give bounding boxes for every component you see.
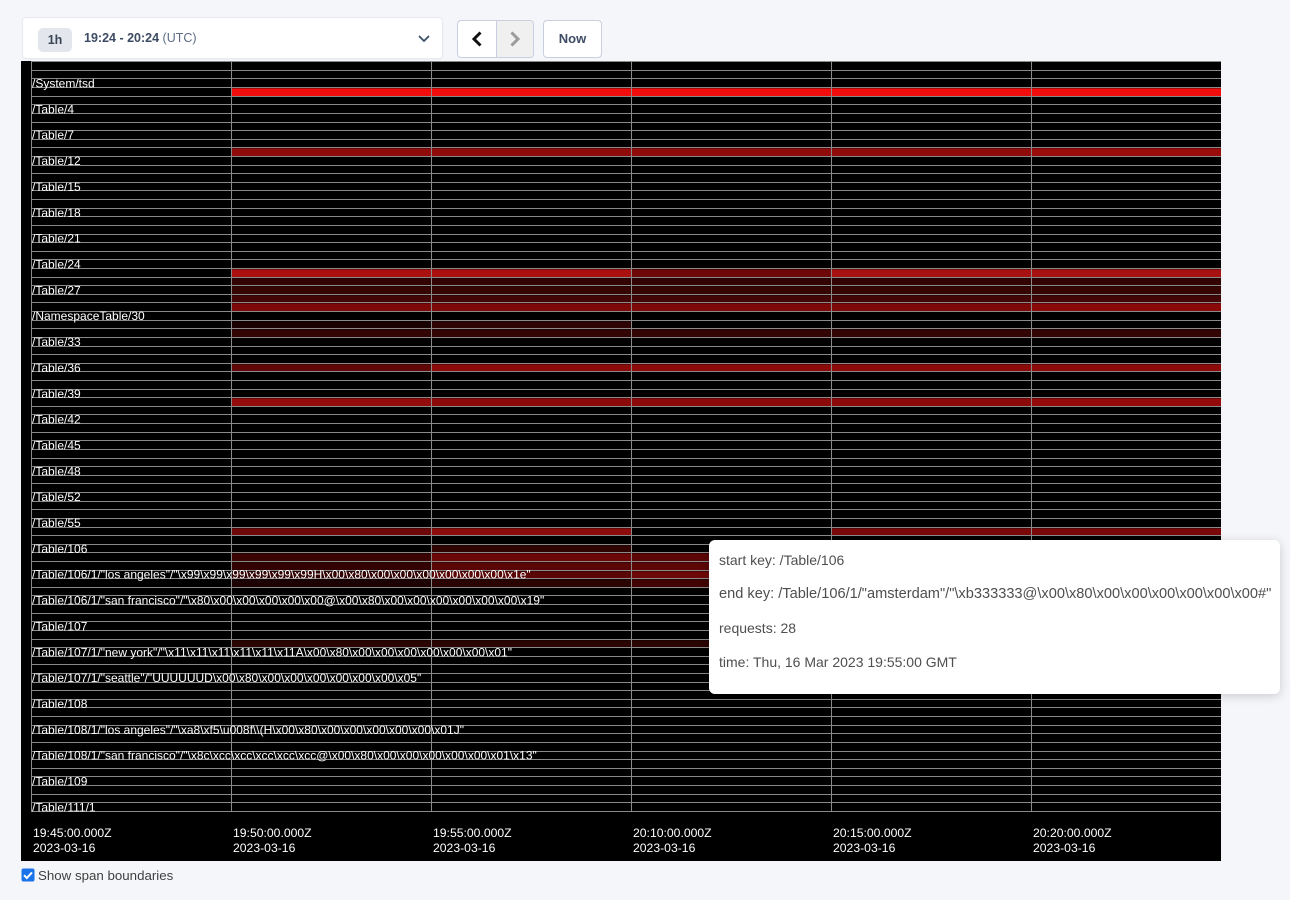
svg-text:/Table/12: /Table/12: [32, 154, 81, 168]
svg-text:/Table/108: /Table/108: [32, 697, 88, 711]
svg-text:19:55:00.000Z: 19:55:00.000Z: [433, 826, 512, 840]
svg-text:/Table/107/1/"new york"/"\x11\: /Table/107/1/"new york"/"\x11\x11\x11\x1…: [32, 645, 512, 659]
svg-text:2023-03-16: 2023-03-16: [33, 841, 96, 855]
svg-text:/Table/36: /Table/36: [32, 361, 81, 375]
svg-text:/Table/21: /Table/21: [32, 232, 81, 246]
svg-text:/Table/33: /Table/33: [32, 335, 81, 349]
svg-text:/Table/107/1/"seattle"/"UUUUUU: /Table/107/1/"seattle"/"UUUUUUD\x00\x80\…: [32, 671, 421, 685]
svg-text:/Table/7: /Table/7: [32, 128, 74, 142]
svg-text:/NamespaceTable/30: /NamespaceTable/30: [32, 309, 145, 323]
svg-text:19:50:00.000Z: 19:50:00.000Z: [233, 826, 312, 840]
svg-text:/Table/106/1/"san francisco"/": /Table/106/1/"san francisco"/"\x80\x00\x…: [32, 594, 544, 608]
svg-text:20:20:00.000Z: 20:20:00.000Z: [1033, 826, 1112, 840]
svg-text:/Table/18: /Table/18: [32, 206, 81, 220]
svg-text:/Table/108/1/"san francisco"/": /Table/108/1/"san francisco"/"\x8c\xcc\x…: [32, 749, 537, 763]
svg-text:/Table/108/1/"los angeles"/"\x: /Table/108/1/"los angeles"/"\xa8\xf5\u00…: [32, 723, 464, 737]
svg-text:2023-03-16: 2023-03-16: [433, 841, 496, 855]
svg-text:/Table/42: /Table/42: [32, 413, 81, 427]
svg-text:/System/tsd: /System/tsd: [32, 77, 95, 91]
svg-text:/Table/27: /Table/27: [32, 283, 81, 297]
svg-text:2023-03-16: 2023-03-16: [833, 841, 896, 855]
svg-text:20:10:00.000Z: 20:10:00.000Z: [633, 826, 712, 840]
svg-text:2023-03-16: 2023-03-16: [1033, 841, 1096, 855]
svg-text:2023-03-16: 2023-03-16: [233, 841, 296, 855]
svg-text:/Table/107: /Table/107: [32, 619, 88, 633]
svg-text:/Table/15: /Table/15: [32, 180, 81, 194]
svg-text:2023-03-16: 2023-03-16: [633, 841, 696, 855]
svg-text:/Table/24: /Table/24: [32, 258, 81, 272]
svg-text:/Table/109: /Table/109: [32, 775, 88, 789]
svg-text:/Table/4: /Table/4: [32, 102, 74, 116]
svg-text:/Table/48: /Table/48: [32, 464, 81, 478]
svg-text:/Table/52: /Table/52: [32, 490, 81, 504]
svg-text:/Table/106: /Table/106: [32, 542, 88, 556]
svg-text:20:15:00.000Z: 20:15:00.000Z: [833, 826, 912, 840]
svg-text:/Table/39: /Table/39: [32, 387, 81, 401]
svg-text:/Table/106/1/"los angeles"/"\x: /Table/106/1/"los angeles"/"\x99\x99\x99…: [32, 568, 531, 582]
svg-text:/Table/55: /Table/55: [32, 516, 81, 530]
svg-text:/Table/111/1: /Table/111/1: [32, 800, 96, 814]
svg-text:/Table/45: /Table/45: [32, 438, 81, 452]
svg-text:19:45:00.000Z: 19:45:00.000Z: [33, 826, 112, 840]
